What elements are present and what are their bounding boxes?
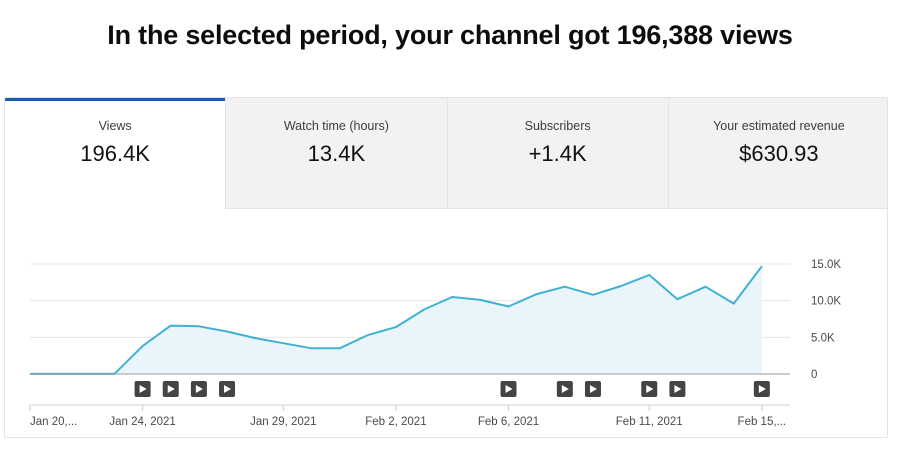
- video-marker-icon[interactable]: [500, 381, 517, 397]
- video-marker-icon[interactable]: [556, 381, 573, 397]
- video-marker-icon[interactable]: [219, 381, 236, 397]
- video-marker-icon[interactable]: [669, 381, 686, 397]
- views-area: [30, 266, 762, 374]
- x-tick-label: Feb 11, 2021: [616, 416, 683, 428]
- y-tick-label: 5.0K: [811, 332, 835, 344]
- x-tick-label: Feb 15,...: [738, 416, 787, 428]
- x-tick-label: Feb 6, 2021: [478, 416, 539, 428]
- x-tick-label: Jan 20,...: [30, 416, 77, 428]
- video-marker-icon[interactable]: [584, 381, 601, 397]
- video-marker-icon[interactable]: [641, 381, 658, 397]
- video-marker-icon[interactable]: [134, 381, 151, 397]
- video-marker-icon[interactable]: [190, 381, 207, 397]
- x-tick-label: Jan 24, 2021: [109, 416, 176, 428]
- video-marker-icon[interactable]: [162, 381, 179, 397]
- y-tick-label: 15.0K: [811, 259, 841, 271]
- y-tick-label: 10.0K: [811, 296, 841, 308]
- x-tick-label: Jan 29, 2021: [250, 416, 317, 428]
- y-tick-label: 0: [811, 369, 817, 381]
- x-tick-label: Feb 2, 2021: [365, 416, 426, 428]
- views-chart: 0 5.0K 10.0K 15.0K Jan 20,... Jan 24, 2021 Jan…: [29, 259, 841, 428]
- video-marker-icon[interactable]: [753, 381, 770, 397]
